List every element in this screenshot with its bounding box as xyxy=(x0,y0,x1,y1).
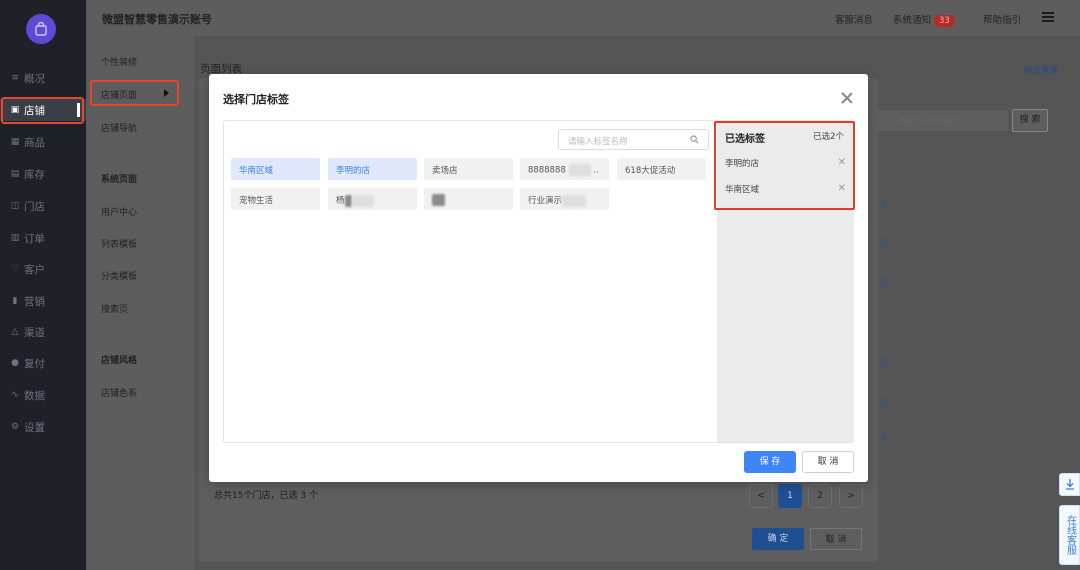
submenu-item-category-template[interactable]: 分类模板 xyxy=(101,269,137,282)
bg-search-button[interactable]: 搜 索 xyxy=(1012,109,1048,132)
notification-badge: 33 xyxy=(934,15,955,27)
modal-cancel-button[interactable]: 取 消 xyxy=(802,451,854,473)
redacted-text xyxy=(351,194,374,207)
app-logo[interactable] xyxy=(26,14,56,44)
tag-chip[interactable]: 卖场店 xyxy=(424,158,513,180)
account-title: 微盟智慧零售演示账号 xyxy=(102,13,212,26)
redacted-text xyxy=(562,194,587,207)
shopping-bag-icon xyxy=(35,21,47,36)
sidebar-item-goods[interactable]: ▦ 商品 xyxy=(0,131,86,153)
table-row-more-link[interactable]: 多 xyxy=(879,276,888,289)
tag-chip[interactable]: 李明的店 xyxy=(328,158,417,180)
selection-summary: 总共15个门店，已选 3 个 xyxy=(214,491,318,501)
pagination-page-2[interactable]: 2 xyxy=(808,484,832,508)
modal-title: 选择门店标签 xyxy=(223,93,289,106)
tag-chip[interactable]: 杨 xyxy=(328,188,417,210)
overview-icon: ≡ xyxy=(11,73,19,83)
main-sidebar: ≡ 概况 ▣ 店铺 ▦ 商品 ▤ 库存 ◫ 门店 ▥ 订单 ♡ 客户 ▮ 营销 △ 渠道 ● 复付 … xyxy=(0,0,86,570)
help-guide-link[interactable]: 帮助指引 xyxy=(983,12,1021,26)
order-icon: ▥ xyxy=(10,233,20,243)
channel-icon: △ xyxy=(11,327,19,337)
tag-chip[interactable]: 行业演示 xyxy=(520,188,609,210)
sidebar-item-overview[interactable]: ≡ 概况 xyxy=(0,67,86,89)
sidebar-item-channel[interactable]: △ 渠道 xyxy=(0,321,86,343)
top-header: 微盟智慧零售演示账号 客服消息 系统通知 33 帮助指引 xyxy=(86,0,1080,36)
sidebar-item-order[interactable]: ▥ 订单 xyxy=(0,227,86,249)
close-icon[interactable] xyxy=(840,91,854,105)
submenu-item-list-template[interactable]: 列表模板 xyxy=(101,237,137,250)
table-row-more-link[interactable]: 多 xyxy=(879,431,888,444)
sidebar-item-shop[interactable]: ◫ 门店 xyxy=(0,195,86,217)
table-row-more-link[interactable]: 多 xyxy=(879,396,888,409)
store-nav-highlight xyxy=(1,97,84,124)
marketing-icon: ▮ xyxy=(12,296,18,306)
tag-chip[interactable]: 华南区域 xyxy=(231,158,320,180)
table-row-more-link[interactable]: 多 xyxy=(879,356,888,369)
sidebar-item-customer[interactable]: ♡ 客户 xyxy=(0,258,86,280)
save-button[interactable]: 保 存 xyxy=(744,451,796,473)
hamburger-menu-icon[interactable] xyxy=(1042,12,1054,22)
submenu-group-store-style: 店铺风格 xyxy=(101,356,138,366)
data-icon: ∿ xyxy=(11,390,19,400)
redacted-text xyxy=(432,194,445,206)
tag-search-input[interactable]: 请输入标签名称 xyxy=(558,129,709,150)
customer-icon: ♡ xyxy=(10,264,20,274)
goods-icon: ▦ xyxy=(10,137,20,147)
customer-message-link[interactable]: 客服消息 xyxy=(835,12,873,26)
sidebar-item-data[interactable]: ∿ 数据 xyxy=(0,384,86,406)
table-row-more-link[interactable]: 多 xyxy=(879,198,888,211)
tag-chip[interactable] xyxy=(424,188,513,210)
inventory-icon: ▤ xyxy=(10,169,20,179)
store-pages-highlight xyxy=(90,80,179,106)
settings-icon: ⚙ xyxy=(10,422,20,432)
sidebar-item-payment[interactable]: ● 复付 xyxy=(0,352,86,374)
payment-icon: ● xyxy=(11,358,19,368)
search-icon xyxy=(690,135,699,144)
bg-search-input[interactable]: 请输入标签名称 xyxy=(878,110,1008,131)
submenu-item-custom-decoration[interactable]: 个性装修 xyxy=(101,55,137,68)
sidebar-item-marketing[interactable]: ▮ 营销 xyxy=(0,290,86,312)
submenu-item-search-page[interactable]: 搜索页 xyxy=(101,302,128,315)
redacted-text xyxy=(344,194,352,207)
submenu-item-store-nav[interactable]: 店铺导航 xyxy=(101,121,137,134)
online-service-button[interactable]: 在线客服 xyxy=(1059,505,1080,565)
tag-chip[interactable]: 8888888 .. xyxy=(520,158,609,180)
sidebar-item-settings[interactable]: ⚙ 设置 xyxy=(0,416,86,438)
secondary-menu: 个性装修 店铺页面 店铺导航 系统页面 用户中心 列表模板 分类模板 搜索页 店… xyxy=(86,36,194,570)
download-icon[interactable] xyxy=(1059,473,1080,496)
submenu-group-system-pages: 系统页面 xyxy=(101,175,138,185)
tag-chip[interactable]: 宠物生活 xyxy=(231,188,320,210)
table-row-divider xyxy=(878,158,1080,159)
system-notification-link[interactable]: 系统通知 33 xyxy=(893,12,955,27)
table-row-more-link[interactable]: 多 xyxy=(879,236,888,249)
cancel-button[interactable]: 取 消 xyxy=(810,528,862,550)
redacted-text xyxy=(568,164,591,176)
pagination-prev-button[interactable]: < xyxy=(749,484,773,508)
submenu-item-user-center[interactable]: 用户中心 xyxy=(101,205,137,218)
tag-chip[interactable]: 618大促活动 xyxy=(617,158,706,180)
selected-tags-highlight xyxy=(714,121,855,210)
table-row-divider xyxy=(878,300,1080,301)
tag-manage-link[interactable]: 标签管理 xyxy=(1024,64,1058,76)
shop-icon: ◫ xyxy=(10,201,20,211)
confirm-button[interactable]: 确 定 xyxy=(752,528,804,550)
submenu-item-store-color[interactable]: 店铺色系 xyxy=(101,386,137,399)
pagination-next-button[interactable]: > xyxy=(839,484,863,508)
pagination-page-1[interactable]: 1 xyxy=(778,484,802,508)
sidebar-item-inventory[interactable]: ▤ 库存 xyxy=(0,163,86,185)
